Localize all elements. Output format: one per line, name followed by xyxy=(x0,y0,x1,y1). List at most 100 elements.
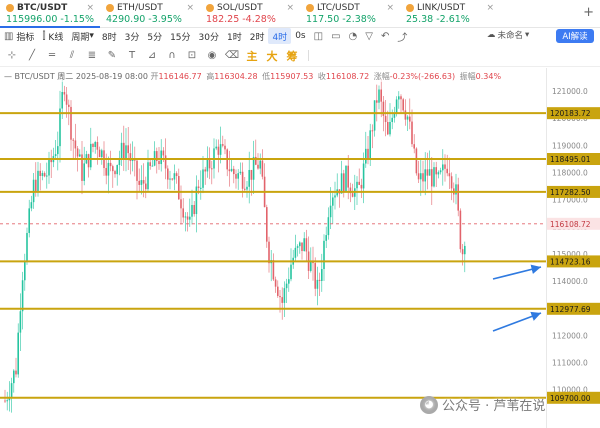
candle-body xyxy=(323,240,325,270)
magnet-icon[interactable]: ∩ xyxy=(164,50,180,61)
candle-body xyxy=(76,148,79,157)
candle-body xyxy=(272,260,275,280)
close-icon[interactable]: × xyxy=(486,3,494,13)
price-tick-label: 119000.0 xyxy=(552,141,588,150)
candle-body xyxy=(420,173,422,180)
indicator-shortcut[interactable]: 大 xyxy=(264,48,280,64)
candle-body xyxy=(433,167,435,187)
candle-body xyxy=(83,163,85,181)
candle-body xyxy=(398,96,400,100)
trendline-icon[interactable]: ╱ xyxy=(24,50,40,61)
period-button[interactable]: 周期 ▾ xyxy=(67,28,98,44)
timeframe-button[interactable]: 4时 xyxy=(268,28,292,44)
candle-body xyxy=(171,178,173,180)
candle-body xyxy=(145,183,147,190)
close-icon[interactable]: × xyxy=(186,3,194,13)
candlestick-chart-svg[interactable]: 110000.0111000.0112000.0113000.0114000.0… xyxy=(0,68,600,428)
candle-body xyxy=(257,164,259,169)
annotation-arrow[interactable] xyxy=(492,264,542,280)
candle-body xyxy=(37,170,39,193)
undo-icon[interactable]: ↶ xyxy=(377,28,393,44)
timeframe-button[interactable]: 3分 xyxy=(121,28,144,44)
candle-body xyxy=(202,169,204,188)
ticker-tab-sol[interactable]: SOL/USDT 182.25 -4.28% × xyxy=(200,0,300,28)
candle-body xyxy=(376,100,378,103)
candle-body xyxy=(125,145,127,159)
ticker-change: -2.61% xyxy=(436,14,470,25)
candle-body xyxy=(252,156,255,180)
candle-body xyxy=(195,186,198,215)
ticker-strip: BTC/USDT 115996.00 -1.15% × ETH/USDT 4290.90-… xyxy=(0,0,600,28)
candle-body xyxy=(371,130,374,132)
candle-body xyxy=(406,116,409,120)
layout-save-control[interactable]: ☁ 未命名 ▾ xyxy=(487,29,529,41)
price-chart[interactable]: 110000.0111000.0112000.0113000.0114000.0… xyxy=(0,68,600,428)
indicator-shortcut[interactable]: 筹 xyxy=(284,48,300,64)
cursor-icon[interactable]: ⊹ xyxy=(4,50,20,61)
annotation-arrow[interactable] xyxy=(492,311,542,332)
candle-body xyxy=(283,288,286,303)
candle-body xyxy=(244,188,246,190)
camera-icon[interactable]: ◫ xyxy=(310,28,327,44)
wechat-icon: ◕ xyxy=(420,395,438,414)
timeframe-button[interactable]: 5分 xyxy=(143,28,166,44)
timeframe-button[interactable]: 30分 xyxy=(195,28,223,44)
ticker-tab-btc[interactable]: BTC/USDT 115996.00 -1.15% × xyxy=(0,0,100,28)
timeframe-button[interactable]: 2时 xyxy=(246,28,269,44)
candle-body xyxy=(178,176,180,200)
candle-body xyxy=(149,162,151,166)
lock-icon[interactable]: ⊡ xyxy=(184,50,200,61)
trash-icon[interactable]: ⌫ xyxy=(224,50,240,61)
candle-body xyxy=(464,245,466,255)
ruler-icon[interactable]: ⊿ xyxy=(144,50,160,61)
coin-icon xyxy=(306,4,314,12)
current-price-label: 116108.72 xyxy=(550,220,591,229)
close-icon[interactable]: × xyxy=(386,3,394,13)
ticker-tab-ltc[interactable]: LTC/USDT 117.50 -2.38% × xyxy=(300,0,400,28)
candle-body xyxy=(356,181,358,189)
candle-body xyxy=(112,166,114,172)
close-icon[interactable]: × xyxy=(286,3,294,13)
ticker-tab-link[interactable]: LINK/USDT 25.38 -2.61% × xyxy=(400,0,500,28)
ai-analysis-button[interactable]: AI解读 xyxy=(556,29,594,43)
fibonacci-icon[interactable]: ≣ xyxy=(84,50,100,61)
candle-body xyxy=(114,171,116,175)
timeframe-button[interactable]: 15分 xyxy=(166,28,194,44)
candle-body xyxy=(303,238,305,252)
candle-body xyxy=(17,332,19,375)
price-tick-label: 121000.0 xyxy=(552,87,588,96)
text-icon[interactable]: T xyxy=(124,50,140,61)
candle-body xyxy=(294,247,297,258)
ticker-change: -4.28% xyxy=(242,14,276,25)
candle-body xyxy=(230,168,233,172)
candle-body xyxy=(373,100,376,131)
zero-s-button[interactable]: 0s xyxy=(291,28,309,44)
pen-icon[interactable]: ✎ xyxy=(104,50,120,61)
timeframe-button[interactable]: 1时 xyxy=(223,28,246,44)
level-price-label: 109700.00 xyxy=(550,394,591,403)
candle-body xyxy=(186,216,189,220)
candle-body xyxy=(274,279,277,287)
close-icon[interactable]: × xyxy=(86,3,94,13)
candle-body xyxy=(98,149,101,158)
candle-body xyxy=(184,216,187,218)
candle-body xyxy=(30,202,33,209)
parallel-channel-icon[interactable]: ⫽ xyxy=(64,50,80,61)
legend-collapse-icon[interactable]: — xyxy=(4,72,12,81)
ticker-tab-eth[interactable]: ETH/USDT 4290.90 -3.95% × xyxy=(100,0,200,28)
candle-body xyxy=(327,217,330,236)
eye-icon[interactable]: ◉ xyxy=(204,50,220,61)
indicator-shortcut[interactable]: 主 xyxy=(244,48,260,64)
layout-icon[interactable]: ▭ xyxy=(327,28,344,44)
horizontal-line-icon[interactable]: ═ xyxy=(44,50,60,61)
bell-icon[interactable]: ◔ xyxy=(345,28,362,44)
add-ticker-icon[interactable]: + xyxy=(583,5,594,20)
kline-button[interactable]: ⫿ K线 xyxy=(38,28,67,44)
filter-icon[interactable]: ▽ xyxy=(361,28,377,44)
candle-body xyxy=(391,117,393,122)
candle-body xyxy=(246,186,248,190)
candle-body xyxy=(151,165,154,167)
redo-icon[interactable]: ⤴ xyxy=(393,28,411,44)
timeframe-button[interactable]: 8时 xyxy=(98,28,121,44)
indicator-button[interactable]: ▥ 指标 xyxy=(0,28,38,44)
